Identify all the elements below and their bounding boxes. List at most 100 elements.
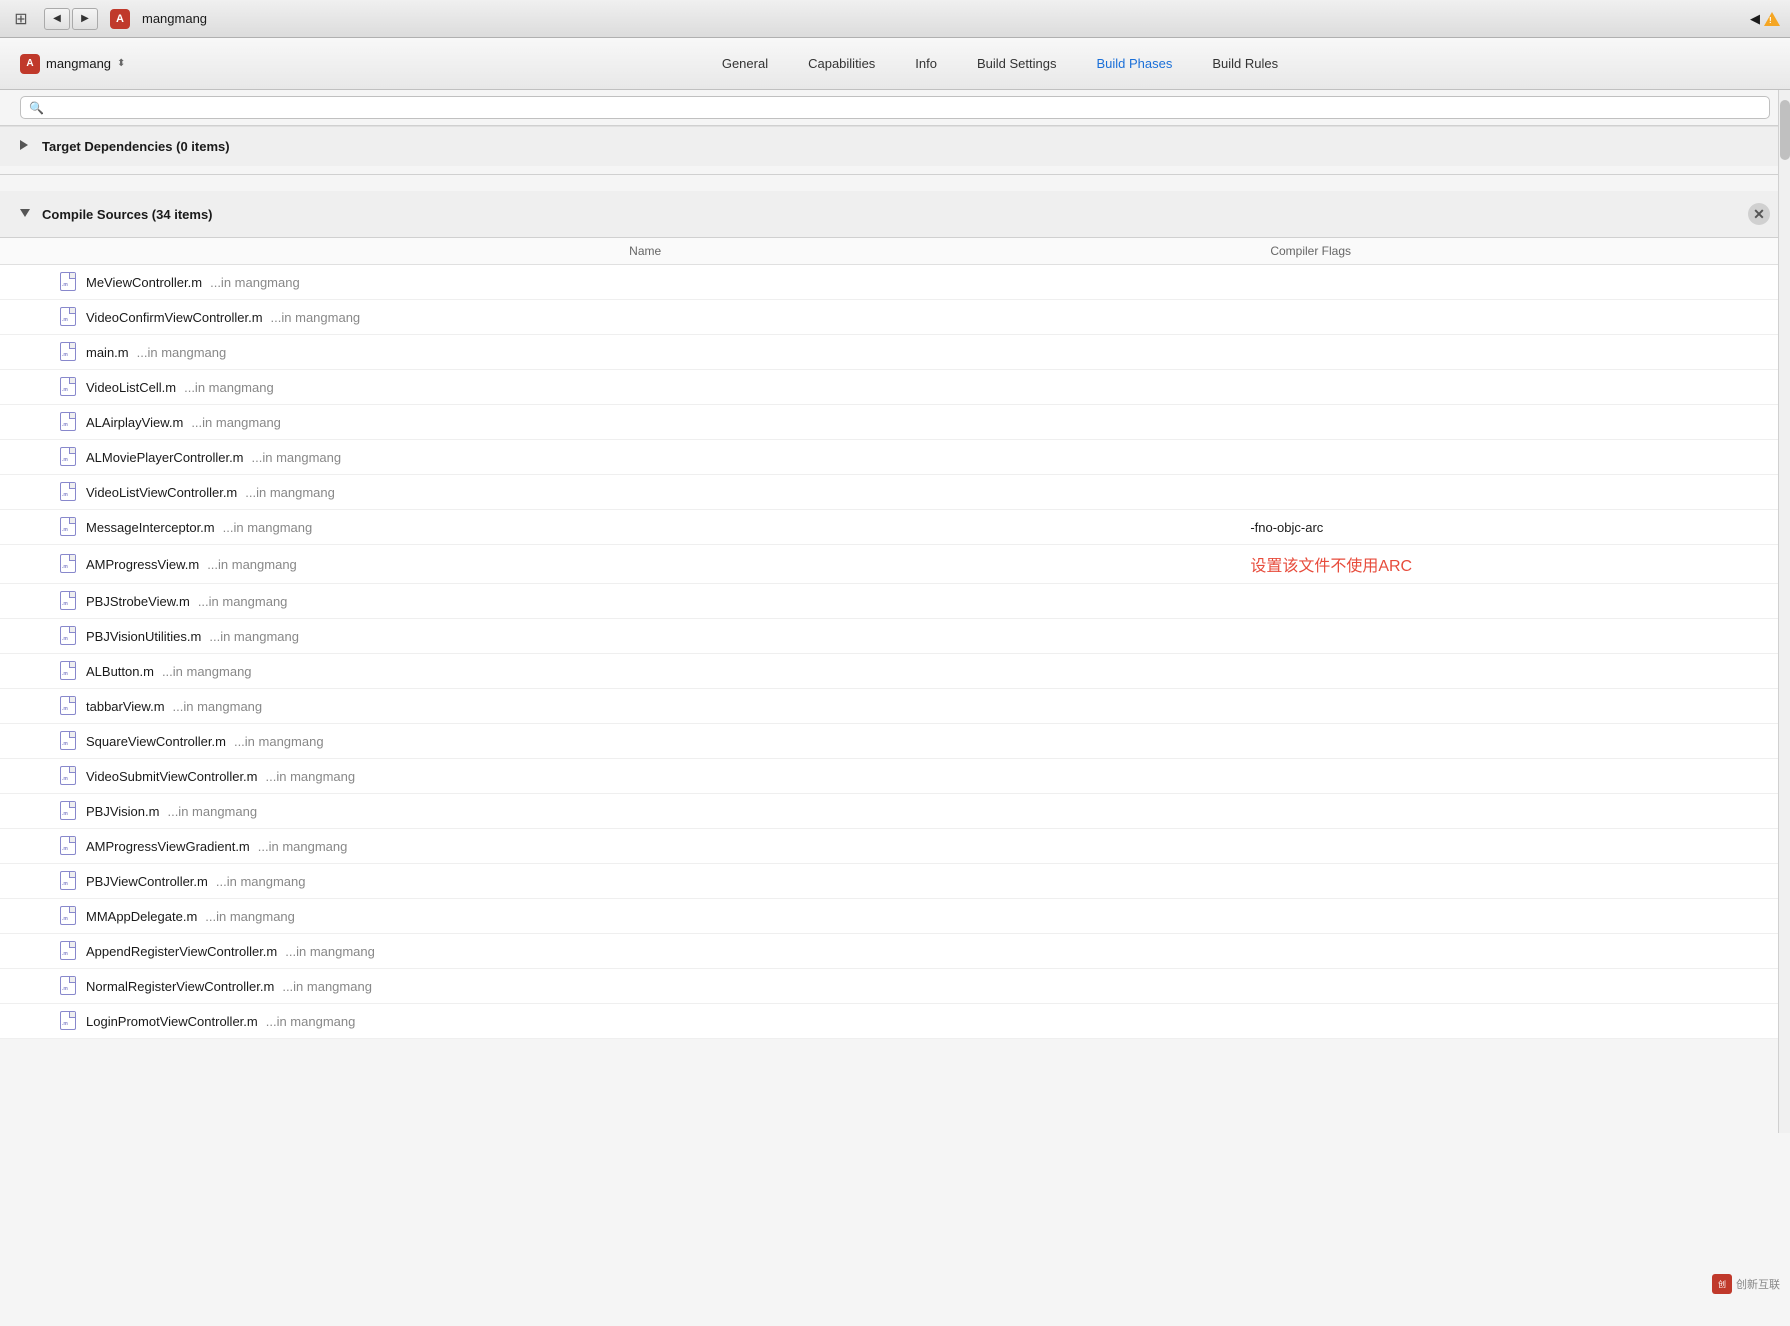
file-cell: VideoListViewController.m ...in mangmang bbox=[0, 475, 1250, 510]
forward-button[interactable]: ▶ bbox=[72, 8, 98, 30]
scrollbar[interactable] bbox=[1778, 90, 1790, 1133]
toolbar: A mangmang ⬍ General Capabilities Info B… bbox=[0, 38, 1790, 90]
file-location: ...in mangmang bbox=[282, 979, 372, 994]
file-location: ...in mangmang bbox=[266, 769, 356, 784]
file-cell: VideoListCell.m ...in mangmang bbox=[0, 370, 1250, 405]
file-location: ...in mangmang bbox=[245, 485, 335, 500]
table-row[interactable]: ALMoviePlayerController.m ...in mangmang bbox=[0, 440, 1790, 475]
file-cell: VideoConfirmViewController.m ...in mangm… bbox=[0, 300, 1250, 335]
table-row[interactable]: VideoListCell.m ...in mangmang bbox=[0, 370, 1790, 405]
table-row[interactable]: MMAppDelegate.m ...in mangmang bbox=[0, 899, 1790, 934]
file-location: ...in mangmang bbox=[205, 909, 295, 924]
table-row[interactable]: main.m ...in mangmang bbox=[0, 335, 1790, 370]
scrollbar-thumb[interactable] bbox=[1780, 100, 1790, 160]
table-row[interactable]: PBJStrobeView.m ...in mangmang bbox=[0, 584, 1790, 619]
tab-build-phases[interactable]: Build Phases bbox=[1076, 50, 1192, 77]
table-row[interactable]: ALAirplayView.m ...in mangmang bbox=[0, 405, 1790, 440]
warning-icon bbox=[1764, 12, 1780, 26]
file-cell: NormalRegisterViewController.m ...in man… bbox=[0, 969, 1250, 1004]
file-icon bbox=[60, 307, 78, 327]
flags-cell[interactable] bbox=[1250, 899, 1790, 934]
tab-bar: General Capabilities Info Build Settings… bbox=[230, 50, 1770, 77]
flags-cell[interactable] bbox=[1250, 829, 1790, 864]
tab-build-settings[interactable]: Build Settings bbox=[957, 50, 1077, 77]
flags-cell[interactable] bbox=[1250, 440, 1790, 475]
table-row[interactable]: AMProgressViewGradient.m ...in mangmang bbox=[0, 829, 1790, 864]
main-content: Target Dependencies (0 items) Compile So… bbox=[0, 126, 1790, 1326]
search-input[interactable] bbox=[50, 100, 1761, 115]
file-name: PBJViewController.m bbox=[86, 874, 208, 889]
tab-build-rules[interactable]: Build Rules bbox=[1192, 50, 1298, 77]
file-name: ALButton.m bbox=[86, 664, 154, 679]
file-name: SquareViewController.m bbox=[86, 734, 226, 749]
flags-cell[interactable]: -fno-objc-arc bbox=[1250, 510, 1790, 545]
flags-cell[interactable] bbox=[1250, 619, 1790, 654]
flags-cell[interactable] bbox=[1250, 689, 1790, 724]
file-name: MessageInterceptor.m bbox=[86, 520, 215, 535]
tab-general[interactable]: General bbox=[702, 50, 788, 77]
file-name: AMProgressViewGradient.m bbox=[86, 839, 250, 854]
flags-cell[interactable] bbox=[1250, 934, 1790, 969]
window-title: mangmang bbox=[142, 11, 207, 26]
file-location: ...in mangmang bbox=[258, 839, 348, 854]
warning-area: ◀ bbox=[1750, 11, 1780, 27]
tab-info[interactable]: Info bbox=[895, 50, 957, 77]
table-row[interactable]: VideoConfirmViewController.m ...in mangm… bbox=[0, 300, 1790, 335]
flags-cell[interactable] bbox=[1250, 475, 1790, 510]
flags-cell[interactable] bbox=[1250, 969, 1790, 1004]
watermark-text: 创新互联 bbox=[1736, 1276, 1780, 1292]
back-button[interactable]: ◀ bbox=[44, 8, 70, 30]
file-icon bbox=[60, 482, 78, 502]
table-row[interactable]: AMProgressView.m ...in mangmang 设置该文件不使用… bbox=[0, 545, 1790, 584]
table-row[interactable]: VideoSubmitViewController.m ...in mangma… bbox=[0, 759, 1790, 794]
flags-cell[interactable]: 设置该文件不使用ARC bbox=[1250, 545, 1790, 584]
flags-cell[interactable] bbox=[1250, 584, 1790, 619]
flags-cell[interactable] bbox=[1250, 405, 1790, 440]
table-row[interactable]: ALButton.m ...in mangmang bbox=[0, 654, 1790, 689]
file-location: ...in mangmang bbox=[266, 1014, 356, 1029]
file-location: ...in mangmang bbox=[191, 415, 281, 430]
file-icon bbox=[60, 766, 78, 786]
table-row[interactable]: MessageInterceptor.m ...in mangmang -fno… bbox=[0, 510, 1790, 545]
file-name: VideoConfirmViewController.m bbox=[86, 310, 263, 325]
table-row[interactable]: PBJViewController.m ...in mangmang bbox=[0, 864, 1790, 899]
table-row[interactable]: PBJVisionUtilities.m ...in mangmang bbox=[0, 619, 1790, 654]
flags-cell[interactable] bbox=[1250, 1004, 1790, 1039]
table-row[interactable]: PBJVision.m ...in mangmang bbox=[0, 794, 1790, 829]
flags-cell[interactable] bbox=[1250, 864, 1790, 899]
file-location: ...in mangmang bbox=[162, 664, 252, 679]
file-icon bbox=[60, 836, 78, 856]
target-dependencies-section[interactable]: Target Dependencies (0 items) bbox=[0, 126, 1790, 166]
nav-buttons: ◀ ▶ bbox=[44, 8, 98, 30]
flags-cell[interactable] bbox=[1250, 300, 1790, 335]
file-cell: ALAirplayView.m ...in mangmang bbox=[0, 405, 1250, 440]
project-selector[interactable]: A mangmang ⬍ bbox=[20, 54, 200, 74]
table-row[interactable]: VideoListViewController.m ...in mangmang bbox=[0, 475, 1790, 510]
flags-cell[interactable] bbox=[1250, 265, 1790, 300]
close-section-button[interactable]: ✕ bbox=[1748, 203, 1770, 225]
file-name: VideoListCell.m bbox=[86, 380, 176, 395]
table-row[interactable]: LoginPromotViewController.m ...in mangma… bbox=[0, 1004, 1790, 1039]
flags-cell[interactable] bbox=[1250, 794, 1790, 829]
file-cell: VideoSubmitViewController.m ...in mangma… bbox=[0, 759, 1250, 794]
table-row[interactable]: AppendRegisterViewController.m ...in man… bbox=[0, 934, 1790, 969]
file-cell: PBJViewController.m ...in mangmang bbox=[0, 864, 1250, 899]
file-cell: SquareViewController.m ...in mangmang bbox=[0, 724, 1250, 759]
search-bar: 🔍 bbox=[0, 90, 1790, 126]
table-row[interactable]: MeViewController.m ...in mangmang bbox=[0, 265, 1790, 300]
target-dependencies-title: Target Dependencies (0 items) bbox=[42, 139, 230, 154]
table-row[interactable]: NormalRegisterViewController.m ...in man… bbox=[0, 969, 1790, 1004]
back-nav-icon: ◀ bbox=[1750, 11, 1760, 27]
compile-sources-header: Compile Sources (34 items) ✕ bbox=[0, 183, 1790, 238]
flags-cell[interactable] bbox=[1250, 724, 1790, 759]
watermark: 创 创新互联 bbox=[1712, 1274, 1780, 1294]
flags-cell[interactable] bbox=[1250, 335, 1790, 370]
table-row[interactable]: SquareViewController.m ...in mangmang bbox=[0, 724, 1790, 759]
table-row[interactable]: tabbarView.m ...in mangmang bbox=[0, 689, 1790, 724]
file-cell: AMProgressViewGradient.m ...in mangmang bbox=[0, 829, 1250, 864]
flags-cell[interactable] bbox=[1250, 759, 1790, 794]
flags-cell[interactable] bbox=[1250, 654, 1790, 689]
tab-capabilities[interactable]: Capabilities bbox=[788, 50, 895, 77]
flags-cell[interactable] bbox=[1250, 370, 1790, 405]
compile-sources-toggle[interactable] bbox=[20, 208, 34, 220]
